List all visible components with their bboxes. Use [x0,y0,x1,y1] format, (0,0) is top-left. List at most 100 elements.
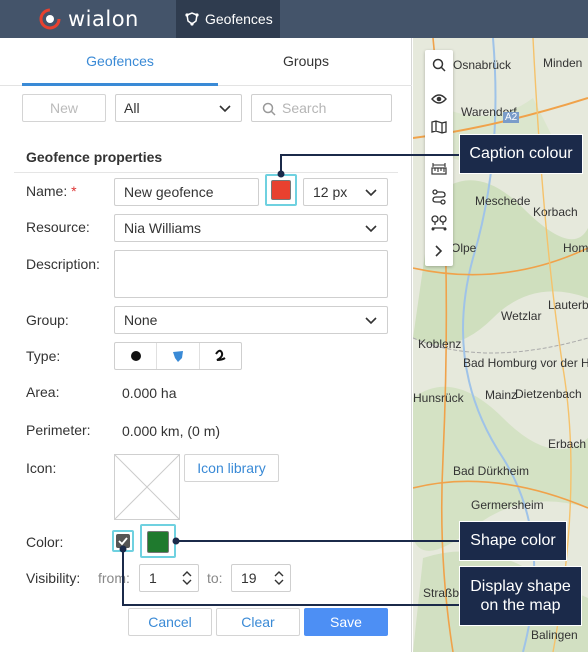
layers-visibility-button[interactable] [425,86,453,112]
points-button[interactable] [425,210,453,236]
check-icon [118,537,128,546]
caption-colour-picker[interactable] [271,180,291,200]
app-tab-geofences[interactable]: Geofences [176,0,280,38]
search-input[interactable]: Search [251,94,392,122]
eye-icon [431,94,447,104]
ruler-button[interactable] [425,156,453,182]
tab-geofences[interactable]: Geofences [22,38,218,86]
map-label: Korbach [533,205,578,219]
area-value: 0.000 ha [122,385,177,401]
chevron-down-icon [365,189,377,197]
type-point-button[interactable] [115,343,156,369]
map-label: Germersheim [471,498,544,512]
group-value: None [124,312,158,328]
chevron-down-icon [365,225,377,233]
resource-select[interactable]: Nia Williams [114,214,388,242]
resource-value: Nia Williams [124,220,201,236]
ruler-icon [431,163,447,175]
description-textarea[interactable] [114,250,388,298]
map-label: Bad Homburg vor der Höhe [463,356,588,370]
map-label: A2 [503,112,520,123]
type-label: Type: [26,348,61,364]
to-label: to: [207,570,223,586]
shape-color-highlight [140,524,176,558]
visibility-from-stepper[interactable]: 1 [139,564,199,592]
type-polygon-button[interactable] [156,343,198,369]
new-button[interactable]: New [22,94,106,122]
point-icon [130,351,141,361]
divider [14,172,398,173]
color-label: Color: [26,534,64,550]
geofence-icon [185,12,199,26]
expand-toolbar-button[interactable] [425,238,453,264]
caption-colour-highlight [265,174,297,206]
logo: wialon [38,7,139,31]
geofence-panel: Geofences Groups New All Search Geofence… [0,38,412,652]
display-shape-callout: Display shape on the map [459,566,582,626]
section-title: Geofence properties [26,149,163,165]
chevron-right-icon [435,245,443,257]
save-button[interactable]: Save [304,608,388,636]
type-selector [114,342,242,370]
search-placeholder: Search [282,100,327,116]
map-label: Dietzenbach [515,387,582,401]
stepper-icon[interactable] [274,570,284,586]
name-label: Name: * [26,183,77,199]
map-label: Erbach [548,437,587,451]
to-value: 19 [241,570,257,586]
search-icon [432,58,446,72]
map-label: Hom [563,241,588,255]
visibility-label: Visibility: [26,570,81,586]
description-label: Description: [26,256,100,272]
route-button[interactable] [425,184,453,210]
font-size-select[interactable]: 12 px [303,178,388,206]
icon-library-button[interactable]: Icon library [184,454,279,482]
group-select[interactable]: None [114,306,388,334]
map-search-button[interactable] [425,52,453,78]
display-shape-checkbox[interactable] [112,530,134,552]
perimeter-value: 0.000 km, (0 m) [122,423,221,439]
caption-colour-callout: Caption colour [459,134,583,174]
map-label: Straßb [423,586,460,600]
group-label: Group: [26,312,69,328]
polygon-icon [172,351,183,362]
resource-label: Resource: [26,219,90,235]
map-label: Lauterb [548,298,588,312]
area-label: Area: [26,384,60,400]
required-mark: * [71,183,77,199]
empty-icon-placeholder [114,454,180,520]
clear-button[interactable]: Clear [216,608,300,636]
shape-color-picker[interactable] [147,531,169,553]
type-line-button[interactable] [198,343,241,369]
from-label: from: [98,570,130,586]
chevron-down-icon [219,105,231,113]
tab-groups[interactable]: Groups [208,38,404,86]
from-value: 1 [149,570,157,586]
line-icon [215,349,226,361]
map-source-button[interactable] [425,114,453,140]
map-label: Meschede [475,194,531,208]
cancel-button[interactable]: Cancel [128,608,212,636]
stepper-icon[interactable] [182,570,192,586]
icon-label: Icon: [26,460,57,476]
map-icon [431,120,447,134]
icon-preview[interactable] [114,454,180,520]
search-icon [262,102,276,116]
map-label: Olpe [451,241,477,255]
chevron-down-icon [365,317,377,325]
perimeter-label: Perimeter: [26,422,91,438]
map-label: Balingen [531,628,578,642]
map-label: Wetzlar [501,309,542,323]
map-label: Koblenz [418,337,462,351]
map-label: Mainz [485,388,518,402]
map-label: Minden [543,56,583,70]
route-icon [432,189,446,205]
map-toolbar [425,50,453,266]
filter-value: All [124,100,140,116]
filter-select[interactable]: All [115,94,242,122]
visibility-to-stepper[interactable]: 19 [231,564,291,592]
map-label: Osnabrück [453,58,512,72]
panel-tabs: Geofences Groups [0,38,412,86]
name-field[interactable]: New geofence [114,178,259,206]
wialon-logo-icon [39,8,61,30]
